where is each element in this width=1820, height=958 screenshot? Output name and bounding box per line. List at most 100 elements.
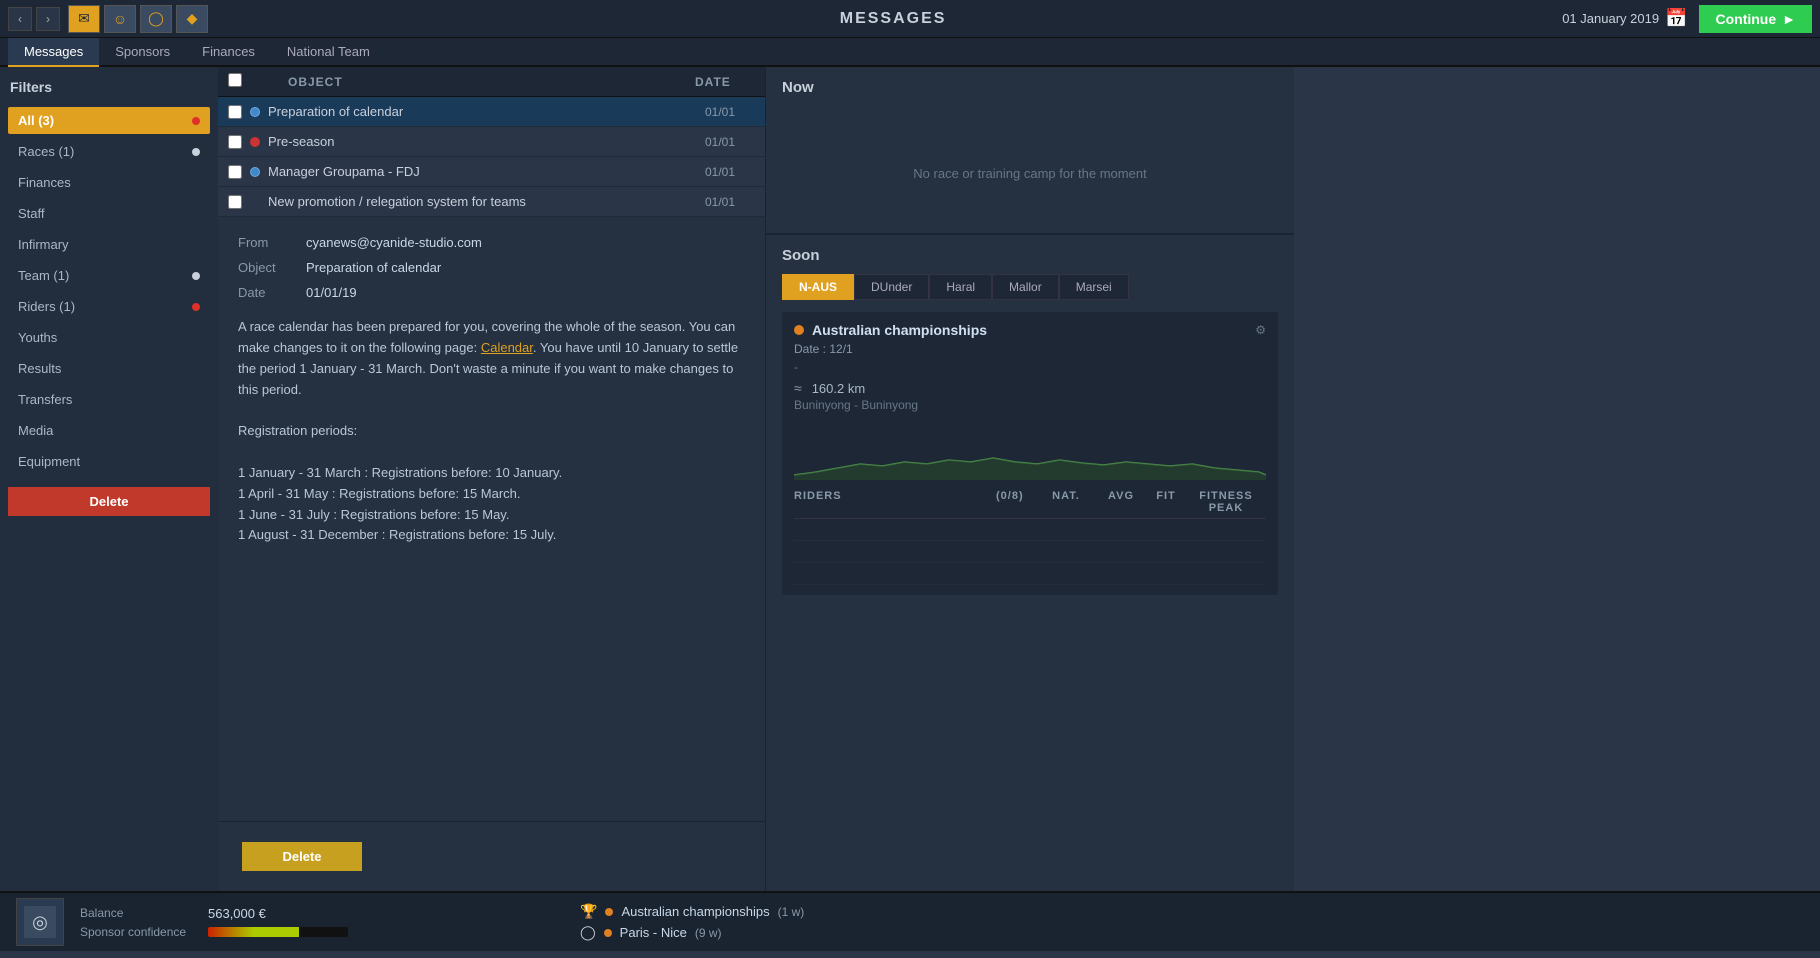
- sidebar-item-races[interactable]: Races (1): [8, 138, 210, 165]
- sidebar-item-equipment[interactable]: Equipment: [8, 448, 210, 475]
- calendar-toggle-icon[interactable]: 📅: [1665, 8, 1687, 29]
- trophy-icon: 🏆: [580, 903, 597, 920]
- sidebar-item-youths[interactable]: Youths: [8, 324, 210, 351]
- msg-checkbox-1[interactable]: [228, 105, 242, 119]
- sidebar-item-finances[interactable]: Finances: [8, 169, 210, 196]
- registration-title: Registration periods:: [238, 421, 745, 442]
- soon-tab-marsei[interactable]: Marsei: [1059, 274, 1129, 300]
- bottom-upcoming-races: 🏆 Australian championships (1 w) ◯ Paris…: [380, 903, 1804, 941]
- race-2-dot: [604, 929, 612, 937]
- race-card: Australian championships ⚙ Date : 12/1 -…: [782, 312, 1278, 595]
- race-date: Date : 12/1: [794, 342, 1266, 356]
- msg-indicator-4: [250, 197, 260, 207]
- sidebar-delete-button[interactable]: Delete: [8, 487, 210, 516]
- message-row[interactable]: New promotion / relegation system for te…: [218, 187, 765, 217]
- message-meta: From cyanews@cyanide-studio.com Object P…: [238, 233, 745, 303]
- peak-col-header: FITNESS PEAK: [1186, 490, 1266, 514]
- msg-checkbox-4[interactable]: [228, 195, 242, 209]
- right-panel: Now No race or training camp for the mom…: [766, 67, 1294, 891]
- soon-tab-haral[interactable]: Haral: [929, 274, 992, 300]
- detail-delete-button[interactable]: Delete: [242, 842, 362, 871]
- sidebar-item-media[interactable]: Media: [8, 417, 210, 444]
- col-object-header: OBJECT: [288, 75, 687, 89]
- soon-tab-naus[interactable]: N-AUS: [782, 274, 854, 300]
- race-settings-icon[interactable]: ⚙: [1255, 323, 1266, 337]
- select-all-checkbox[interactable]: [228, 73, 242, 87]
- msg-checkbox-2[interactable]: [228, 135, 242, 149]
- nat-col-header: NAT.: [1036, 490, 1096, 514]
- continue-arrow-icon: ►: [1782, 11, 1796, 27]
- sidebar-item-team[interactable]: Team (1): [8, 262, 210, 289]
- race-status-dot: [794, 325, 804, 335]
- tab-finances[interactable]: Finances: [186, 38, 271, 67]
- back-arrow[interactable]: ‹: [8, 7, 32, 31]
- message-row[interactable]: Manager Groupama - FDJ 01/01: [218, 157, 765, 187]
- sidebar-item-transfers[interactable]: Transfers: [8, 386, 210, 413]
- from-value: cyanews@cyanide-studio.com: [306, 233, 482, 254]
- tab-national-team[interactable]: National Team: [271, 38, 386, 67]
- no-race-text: No race or training camp for the moment: [782, 106, 1278, 221]
- balance-row: Balance 563,000 €: [80, 906, 380, 921]
- bottom-bar: ◎ Balance 563,000 € Sponsor confidence 🏆…: [0, 891, 1820, 951]
- message-row[interactable]: Preparation of calendar 01/01: [218, 97, 765, 127]
- msg-date-4: 01/01: [705, 195, 755, 209]
- msg-subject-3: Manager Groupama - FDJ: [268, 164, 697, 179]
- upcoming-race-2: ◯ Paris - Nice (9 w): [580, 924, 1804, 941]
- soon-tab-mallor[interactable]: Mallor: [992, 274, 1059, 300]
- msg-indicator-1: [250, 107, 260, 117]
- date-display: 01 January 2019 📅: [1562, 8, 1687, 29]
- tab-sponsors[interactable]: Sponsors: [99, 38, 186, 67]
- tab-messages[interactable]: Messages: [8, 38, 99, 67]
- col-date-header: DATE: [695, 75, 755, 89]
- globe-icon[interactable]: ◆: [176, 5, 208, 33]
- date-text: 01 January 2019: [1562, 11, 1659, 26]
- msg-subject-4: New promotion / relegation system for te…: [268, 194, 697, 209]
- messages-icon[interactable]: ✉: [68, 5, 100, 33]
- continue-button[interactable]: Continue ►: [1699, 5, 1812, 33]
- calendar-icon-top[interactable]: ◯: [140, 5, 172, 33]
- sidebar-item-infirmary[interactable]: Infirmary: [8, 231, 210, 258]
- filters-sidebar: Filters All (3) Races (1) Finances Staff…: [0, 67, 218, 891]
- sidebar-item-label-media: Media: [18, 423, 53, 438]
- confidence-label: Sponsor confidence: [80, 925, 200, 939]
- sidebar-item-riders[interactable]: Riders (1): [8, 293, 210, 320]
- team-icon[interactable]: ☺: [104, 5, 136, 33]
- upcoming-race-1-name: Australian championships: [621, 904, 769, 919]
- message-list-header: OBJECT DATE: [218, 67, 765, 97]
- upcoming-race-2-name: Paris - Nice: [620, 925, 687, 940]
- rider-row-empty-2: [794, 541, 1266, 563]
- fit-col-header: FIT: [1146, 490, 1186, 514]
- sidebar-item-all[interactable]: All (3): [8, 107, 210, 134]
- sidebar-item-staff[interactable]: Staff: [8, 200, 210, 227]
- sidebar-item-label-races: Races (1): [18, 144, 74, 159]
- soon-tab-dunder[interactable]: DUnder: [854, 274, 929, 300]
- sidebar-item-label-staff: Staff: [18, 206, 45, 221]
- msg-indicator-3: [250, 167, 260, 177]
- period-3: 1 June - 31 July : Registrations before:…: [238, 505, 745, 526]
- sidebar-item-label-all: All (3): [18, 113, 54, 128]
- top-icons: ✉ ☺ ◯ ◆: [68, 5, 208, 33]
- race-1-dot: [605, 908, 613, 916]
- sidebar-item-label-team: Team (1): [18, 268, 69, 283]
- msg-date-1: 01/01: [705, 105, 755, 119]
- calendar-link[interactable]: Calendar: [481, 340, 533, 355]
- msg-checkbox-3[interactable]: [228, 165, 242, 179]
- forward-arrow[interactable]: ›: [36, 7, 60, 31]
- race-header: Australian championships ⚙: [794, 322, 1266, 338]
- detail-date-label: Date: [238, 283, 298, 304]
- message-body: A race calendar has been prepared for yo…: [238, 317, 745, 400]
- period-1: 1 January - 31 March : Registrations bef…: [238, 463, 745, 484]
- message-list: Preparation of calendar 01/01 Pre-season…: [218, 97, 765, 217]
- soon-tabs: N-AUS DUnder Haral Mallor Marsei: [782, 274, 1278, 300]
- sidebar-item-results[interactable]: Results: [8, 355, 210, 382]
- nav-arrows: ‹ ›: [8, 7, 60, 31]
- tab-bar: Messages Sponsors Finances National Team: [0, 38, 1820, 67]
- balance-value: 563,000 €: [208, 906, 266, 921]
- sidebar-item-label-youths: Youths: [18, 330, 57, 345]
- msg-date-2: 01/01: [705, 135, 755, 149]
- msg-indicator-2: [250, 137, 260, 147]
- soon-section: Soon N-AUS DUnder Haral Mallor Marsei Au…: [766, 235, 1294, 891]
- confidence-row: Sponsor confidence: [80, 925, 380, 939]
- message-row[interactable]: Pre-season 01/01: [218, 127, 765, 157]
- period-4: 1 August - 31 December : Registrations b…: [238, 525, 745, 546]
